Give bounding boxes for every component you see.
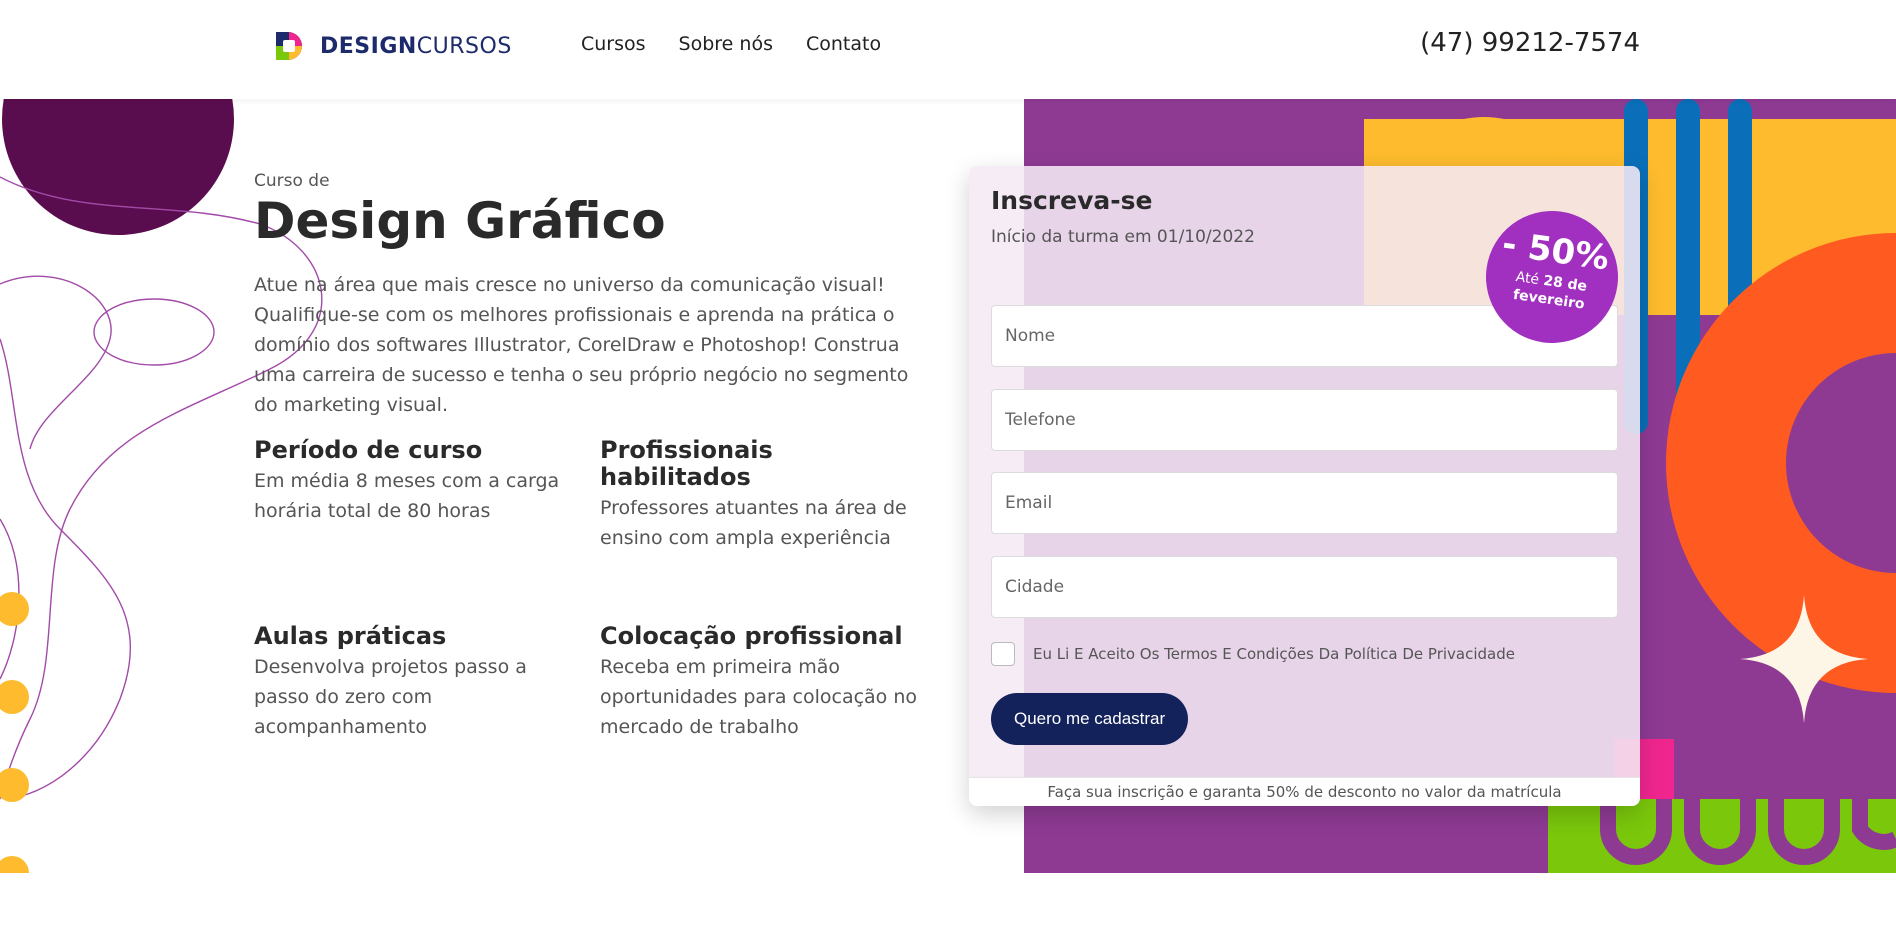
- phone-field[interactable]: [991, 389, 1618, 451]
- logo-d-icon: [276, 32, 302, 60]
- logo-text: DESIGNCURSOS: [320, 34, 512, 59]
- feature-text: Receba em primeira mão oportunidades par…: [600, 656, 918, 738]
- nav-item-sobre-nos[interactable]: Sobre nós: [679, 33, 773, 55]
- feature-text: Professores atuantes na área de ensino c…: [600, 497, 907, 549]
- submit-button[interactable]: Quero me cadastrar: [991, 693, 1189, 745]
- logo-text-light: CURSOS: [416, 33, 512, 59]
- discount-deadline-prefix: Até: [1514, 269, 1541, 289]
- hero-kicker: Curso de: [254, 171, 330, 191]
- phone-link[interactable]: (47) 99212-7574: [1420, 28, 1640, 58]
- nav-item-contato[interactable]: Contato: [806, 33, 881, 55]
- feature-profissionais: Profissionais habilitados Professores at…: [600, 437, 920, 553]
- terms-label[interactable]: Eu Li E Aceito Os Termos E Condições Da …: [1033, 645, 1515, 663]
- city-field[interactable]: [991, 556, 1618, 618]
- nav-item-cursos[interactable]: Cursos: [581, 33, 646, 55]
- feature-title: Aulas práticas: [254, 622, 447, 650]
- hero-section: Curso de Design Gráfico Atue na área que…: [0, 99, 1896, 873]
- feature-title: Profissionais habilitados: [600, 436, 773, 491]
- hero-intro: Curso de Design Gráfico Atue na área que…: [254, 171, 924, 420]
- form-footer-note: Faça sua inscrição e garanta 50% de desc…: [969, 777, 1640, 806]
- feature-title: Colocação profissional: [600, 622, 903, 650]
- logo-text-bold: DESIGN: [320, 33, 417, 59]
- feature-text: Em média 8 meses com a carga horária tot…: [254, 470, 560, 522]
- main-nav: Cursos Sobre nós Contato: [581, 33, 881, 55]
- form-title: Inscreva-se: [991, 186, 1153, 215]
- terms-checkbox[interactable]: [991, 642, 1015, 666]
- feature-title: Período de curso: [254, 436, 483, 464]
- feature-aulas: Aulas práticas Desenvolva projetos passo…: [254, 623, 574, 742]
- email-field[interactable]: [991, 472, 1618, 534]
- hero-description: Atue na área que mais cresce no universo…: [254, 273, 909, 416]
- feature-grid: Período de curso Em média 8 meses com a …: [254, 437, 934, 739]
- site-header: DESIGNCURSOS Cursos Sobre nós Contato (4…: [0, 0, 1896, 99]
- feature-colocacao: Colocação profissional Receba em primeir…: [600, 623, 920, 742]
- form-subtitle: Início da turma em 01/10/2022: [991, 227, 1255, 247]
- feature-periodo: Período de curso Em média 8 meses com a …: [254, 437, 574, 526]
- terms-row: Eu Li E Aceito Os Termos E Condições Da …: [991, 642, 1515, 666]
- logo[interactable]: DESIGNCURSOS: [272, 28, 512, 64]
- page-title: Design Gráfico: [254, 192, 666, 250]
- feature-text: Desenvolva projetos passo a passo do zer…: [254, 656, 527, 738]
